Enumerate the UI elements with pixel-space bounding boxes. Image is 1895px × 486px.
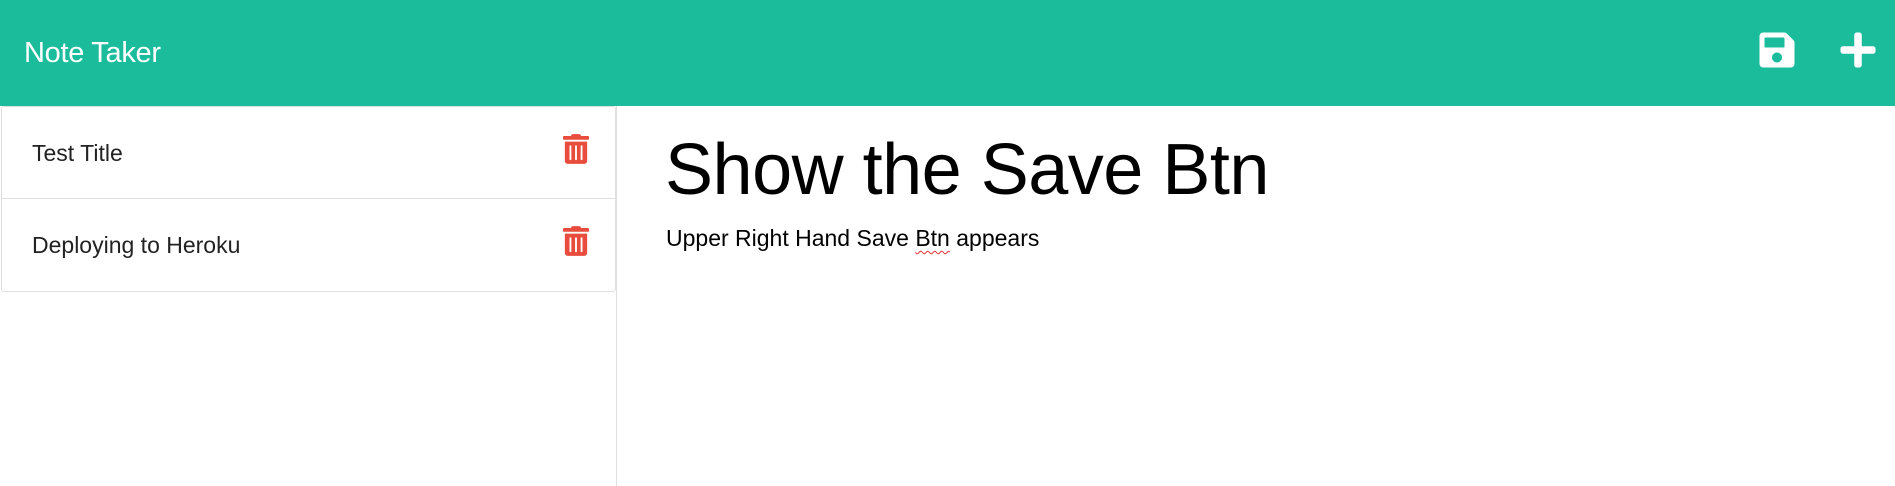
trash-icon[interactable] — [563, 134, 589, 164]
misspelled-word: Btn — [915, 225, 950, 251]
list-item[interactable]: Deploying to Heroku — [1, 199, 616, 292]
plus-icon[interactable] — [1838, 30, 1878, 70]
note-title[interactable]: Deploying to Heroku — [32, 231, 240, 259]
note-title[interactable]: Test Title — [32, 139, 123, 167]
navbar: Note Taker — [0, 0, 1895, 106]
notes-sidebar: Test Title Deploying to Heroku — [0, 106, 617, 486]
note-text-part: appears — [949, 225, 1040, 251]
note-list: Test Title Deploying to Heroku — [0, 106, 616, 292]
list-item[interactable]: Test Title — [1, 106, 616, 199]
save-icon[interactable] — [1757, 30, 1797, 70]
note-text-area[interactable]: Upper Right Hand Save Btn appears — [666, 224, 1039, 252]
note-title-input[interactable]: Show the Save Btn — [665, 125, 1269, 215]
note-text-part: Upper Right Hand Save — [666, 225, 916, 251]
trash-icon[interactable] — [563, 226, 589, 256]
app-title[interactable]: Note Taker — [24, 36, 161, 70]
note-editor: Show the Save Btn Upper Right Hand Save … — [618, 106, 1895, 486]
